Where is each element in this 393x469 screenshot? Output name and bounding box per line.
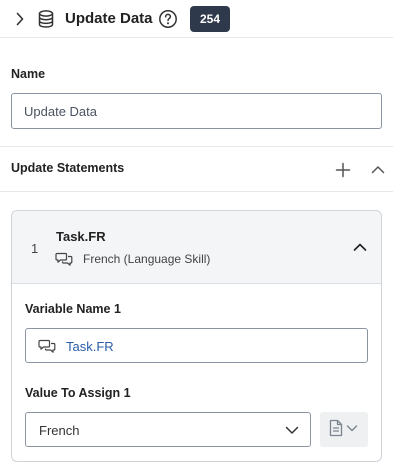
chevron-down-icon	[284, 423, 300, 437]
value-to-assign-selected: French	[39, 423, 80, 438]
name-label: Name	[11, 67, 46, 81]
statement-card-header[interactable]: 1 Task.FR French (Language Skill)	[12, 211, 381, 284]
chevron-right-icon[interactable]	[12, 11, 28, 27]
help-circle-icon[interactable]	[158, 9, 178, 29]
statement-number: 1	[31, 241, 39, 256]
variable-name-value[interactable]: Task.FR	[66, 339, 114, 354]
panel-title: Update Data	[65, 10, 153, 27]
database-icon	[36, 9, 56, 29]
name-input[interactable]: Update Data	[11, 93, 382, 129]
statement-title: Task.FR	[56, 229, 106, 244]
divider	[0, 191, 393, 192]
node-id-badge: 254	[190, 6, 230, 32]
name-input-value: Update Data	[24, 103, 97, 119]
divider	[0, 146, 393, 147]
statement-subtitle: French (Language Skill)	[83, 252, 211, 266]
variable-name-label: Variable Name 1	[25, 302, 121, 316]
panel-header: Update Data 254	[0, 0, 393, 38]
plus-icon[interactable]	[333, 160, 353, 180]
value-to-assign-select[interactable]: French	[25, 412, 311, 447]
update-statement-card: 1 Task.FR French (Language Skill) Variab…	[11, 210, 382, 462]
update-statements-label: Update Statements	[11, 161, 125, 175]
chevron-up-icon[interactable]	[351, 239, 369, 255]
chat-bubbles-icon	[38, 338, 56, 354]
chevron-down-icon	[345, 422, 359, 437]
variable-name-input[interactable]: Task.FR	[25, 328, 368, 363]
chevron-up-icon[interactable]	[369, 160, 387, 180]
document-icon	[329, 419, 343, 440]
value-type-dropdown[interactable]	[320, 412, 368, 447]
value-to-assign-label: Value To Assign 1	[25, 386, 131, 400]
chat-bubbles-icon	[55, 251, 73, 267]
